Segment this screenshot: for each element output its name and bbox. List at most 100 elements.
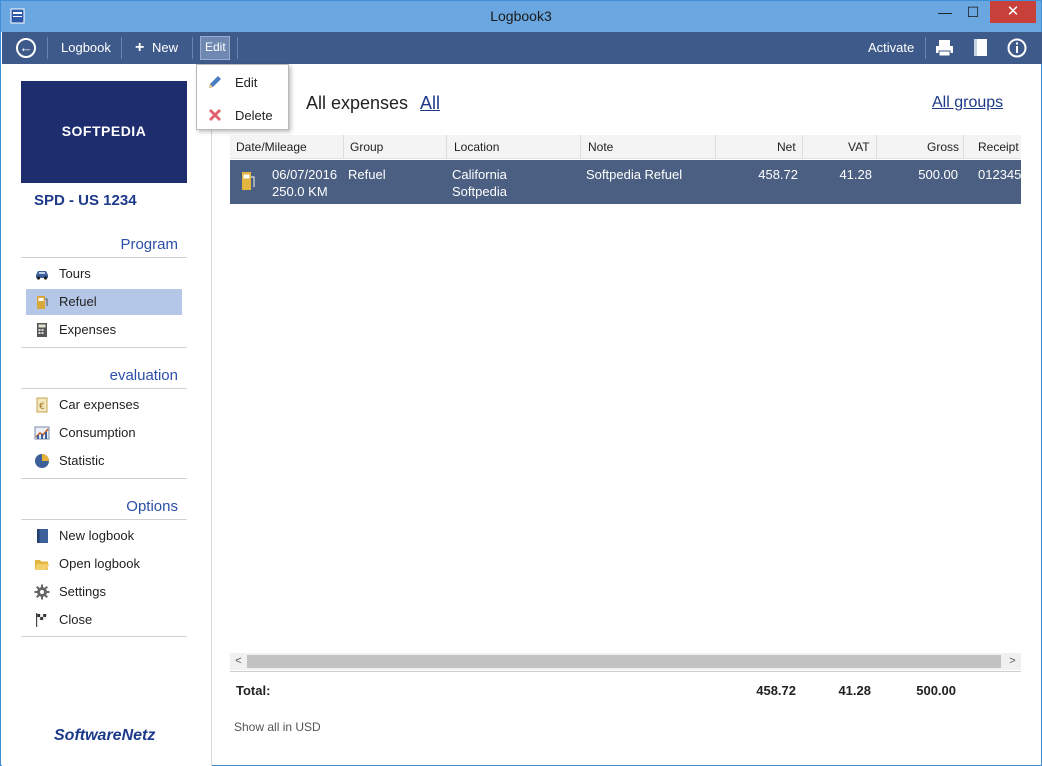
- cell-mileage: 250.0 KM: [272, 184, 328, 199]
- section-evaluation-title: evaluation: [109, 367, 178, 384]
- euro-doc-icon: €: [36, 397, 48, 413]
- cell-location-detail: Softpedia: [452, 184, 507, 199]
- sidebar-item-settings[interactable]: Settings: [26, 579, 182, 605]
- column-header-gross[interactable]: Gross: [927, 140, 959, 154]
- logbook-button[interactable]: Logbook: [61, 32, 111, 64]
- pencil-icon: [209, 76, 221, 88]
- fuel-pump-icon: [37, 296, 48, 309]
- cell-vat: 41.28: [839, 167, 872, 182]
- menu-item-edit[interactable]: Edit: [197, 68, 288, 96]
- app-window: Logbook3 — ☐ ✕ ← Logbook + New Edit Acti…: [0, 0, 1042, 766]
- fuel-pump-icon: [242, 172, 255, 190]
- sidebar-item-new-logbook[interactable]: New logbook: [26, 523, 182, 549]
- section-divider: [21, 347, 187, 348]
- column-header-net[interactable]: Net: [777, 140, 796, 154]
- checkered-flag-icon: [36, 613, 47, 627]
- column-header-note[interactable]: Note: [588, 140, 613, 154]
- sidebar-item-label: Car expenses: [59, 397, 140, 412]
- column-divider: [715, 135, 716, 159]
- sidebar-item-tours[interactable]: Tours: [26, 261, 182, 287]
- new-book-icon: [37, 529, 48, 543]
- section-divider: [21, 388, 187, 389]
- edit-dropdown-menu: Edit Delete: [196, 64, 289, 130]
- column-header-group[interactable]: Group: [350, 140, 383, 154]
- gear-icon: [34, 584, 50, 600]
- scroll-left-button[interactable]: <: [230, 653, 247, 670]
- car-icon: [36, 271, 48, 280]
- scrollbar-thumb[interactable]: [247, 655, 1001, 668]
- sidebar-item-expenses[interactable]: Expenses: [26, 317, 182, 343]
- section-options-title: Options: [126, 498, 178, 515]
- total-net: 458.72: [756, 683, 796, 698]
- maximize-button[interactable]: ☐: [959, 1, 987, 23]
- column-header-vat[interactable]: VAT: [848, 140, 870, 154]
- sidebar-item-label: Refuel: [59, 294, 97, 309]
- table-row[interactable]: 06/07/2016 250.0 KM Refuel California So…: [230, 160, 1021, 204]
- toolbar-separator: [192, 37, 193, 59]
- minimize-button[interactable]: —: [931, 1, 959, 23]
- totals-divider: [230, 671, 1021, 672]
- edit-menu-button[interactable]: Edit: [200, 36, 230, 60]
- printer-icon[interactable]: [935, 39, 954, 57]
- cell-note: Softpedia Refuel: [586, 167, 683, 182]
- softwarenetz-logo: SoftwareNetz: [54, 727, 156, 744]
- column-divider: [802, 135, 803, 159]
- folder-open-icon: [35, 560, 49, 570]
- back-button[interactable]: ←: [16, 38, 36, 58]
- show-all-in-usd-link[interactable]: Show all in USD: [234, 720, 321, 734]
- sidebar-item-consumption[interactable]: Consumption: [26, 420, 182, 446]
- new-button-label: New: [151, 40, 178, 55]
- calculator-icon: [37, 323, 47, 337]
- sidebar-item-label: Consumption: [59, 425, 136, 440]
- column-header-receipt[interactable]: Receipt: [978, 140, 1019, 154]
- window-title: Logbook3: [490, 8, 552, 24]
- sidebar-item-close[interactable]: Close: [26, 607, 182, 633]
- filter-all-link[interactable]: All: [420, 93, 440, 114]
- back-arrow-icon: ←: [19, 40, 33, 55]
- vehicle-logo: SOFTPEDIA: [21, 81, 187, 183]
- cell-receipt: 012345: [978, 167, 1022, 182]
- sidebar-item-car-expenses[interactable]: € Car expenses: [26, 392, 182, 418]
- book-icon[interactable]: [972, 38, 989, 57]
- sidebar-item-open-logbook[interactable]: Open logbook: [26, 551, 182, 577]
- info-icon[interactable]: [1007, 38, 1027, 58]
- section-divider: [21, 257, 187, 258]
- all-groups-link[interactable]: All groups: [932, 94, 1003, 112]
- plus-icon: +: [135, 39, 145, 56]
- section-program-title: Program: [120, 236, 178, 253]
- sidebar-item-label: Open logbook: [59, 556, 140, 571]
- menu-item-label: Edit: [235, 75, 258, 90]
- totals-label: Total:: [236, 683, 271, 698]
- sidebar-item-refuel[interactable]: Refuel: [26, 289, 182, 315]
- column-divider: [446, 135, 447, 159]
- toolbar: ← Logbook + New Edit Activate: [2, 32, 1042, 64]
- horizontal-scrollbar[interactable]: < >: [230, 653, 1021, 670]
- column-divider: [343, 135, 344, 159]
- logo-text: SOFTPEDIA: [61, 123, 147, 139]
- toolbar-separator: [237, 37, 238, 59]
- column-divider: [580, 135, 581, 159]
- sidebar: SOFTPEDIA SPD - US 1234 Program Tours Re…: [2, 64, 212, 766]
- new-button[interactable]: + New: [135, 32, 178, 64]
- close-window-button[interactable]: ✕: [990, 1, 1036, 23]
- page-title: All expenses: [306, 93, 409, 113]
- toolbar-separator: [121, 37, 122, 59]
- cell-gross: 500.00: [918, 167, 958, 182]
- section-divider: [21, 519, 187, 520]
- sidebar-item-label: New logbook: [59, 528, 135, 543]
- toolbar-separator: [47, 37, 48, 59]
- svg-text:€: €: [39, 402, 45, 412]
- column-header-location[interactable]: Location: [454, 140, 499, 154]
- activate-button[interactable]: Activate: [868, 32, 914, 64]
- section-divider: [21, 478, 187, 479]
- pie-chart-icon: [35, 454, 49, 468]
- total-vat: 41.28: [838, 683, 871, 698]
- scroll-right-button[interactable]: >: [1004, 653, 1021, 670]
- menu-item-delete[interactable]: Delete: [197, 101, 288, 129]
- total-gross: 500.00: [916, 683, 956, 698]
- vehicle-name[interactable]: SPD - US 1234: [34, 192, 137, 209]
- sidebar-item-label: Statistic: [59, 453, 105, 468]
- column-divider: [963, 135, 964, 159]
- column-header-date[interactable]: Date/Mileage: [236, 140, 307, 154]
- sidebar-item-statistic[interactable]: Statistic: [26, 448, 182, 474]
